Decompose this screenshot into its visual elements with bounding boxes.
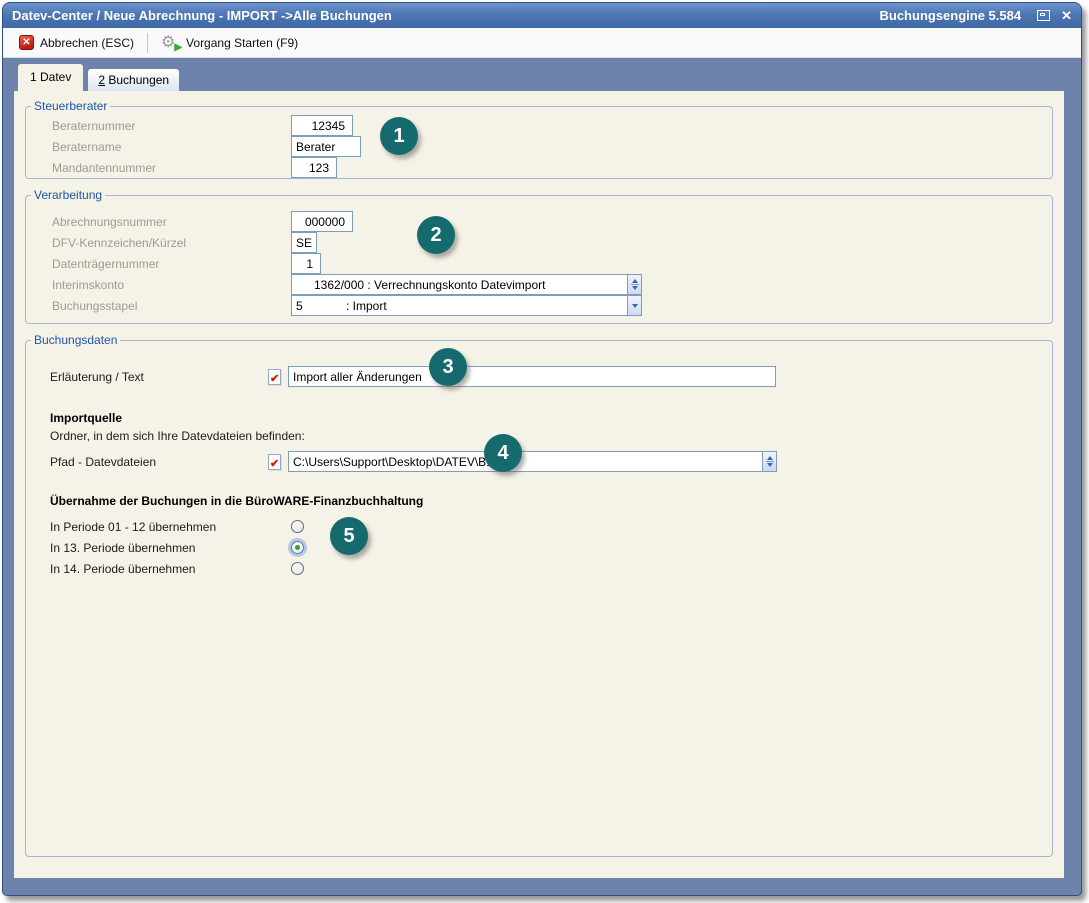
field-row: Erläuterung / Text bbox=[50, 366, 1052, 387]
window-title: Datev-Center / Neue Abrechnung - IMPORT … bbox=[12, 8, 880, 23]
field-row: Abrechnungsnummer bbox=[52, 211, 1052, 232]
start-process-button[interactable]: ⚙▶ Vorgang Starten (F9) bbox=[153, 31, 306, 55]
importquelle-hint: Ordner, in dem sich Ihre Datevdateien be… bbox=[50, 429, 1052, 443]
buchungsstapel-dropdown-button[interactable] bbox=[628, 295, 642, 316]
buchungsstapel-label: Buchungsstapel bbox=[52, 299, 291, 313]
dfv-kennzeichen-label: DFV-Kennzeichen/Kürzel bbox=[52, 236, 291, 250]
start-process-button-label: Vorgang Starten (F9) bbox=[186, 36, 298, 50]
tab-datev[interactable]: 1 Datev bbox=[17, 63, 84, 91]
beratername-label: Beratername bbox=[52, 140, 291, 154]
erlaeuterung-label: Erläuterung / Text bbox=[50, 370, 268, 384]
erlaeuterung-input[interactable] bbox=[288, 366, 776, 387]
close-icon[interactable]: ✕ bbox=[1061, 9, 1072, 22]
toolbar: ✕ Abbrechen (ESC) ⚙▶ Vorgang Starten (F9… bbox=[3, 28, 1081, 58]
tab-buchungen[interactable]: 2 Buchungen bbox=[87, 68, 180, 91]
periode-14-label: In 14. Periode übernehmen bbox=[50, 562, 291, 576]
interimskonto-spinner[interactable] bbox=[628, 274, 642, 295]
buchungsstapel-input[interactable]: 5 : Import bbox=[291, 295, 628, 316]
beraternummer-label: Beraternummer bbox=[52, 119, 291, 133]
engine-version-label: Buchungsengine 5.584 bbox=[880, 8, 1022, 23]
cancel-x-icon: ✕ bbox=[19, 35, 34, 50]
mandantennummer-input[interactable] bbox=[291, 157, 337, 178]
periode-13-label: In 13. Periode übernehmen bbox=[50, 541, 291, 555]
mandantennummer-label: Mandantennummer bbox=[52, 161, 291, 175]
window-controls: ✕ bbox=[1037, 9, 1072, 22]
spinner-up-icon bbox=[632, 279, 638, 283]
periode-13-radio[interactable] bbox=[291, 541, 304, 554]
annotation-badge-4: 4 bbox=[484, 434, 522, 472]
cancel-button-label: Abbrechen (ESC) bbox=[40, 36, 134, 50]
tab-datev-label: 1 Datev bbox=[30, 70, 71, 84]
tab-buchungen-label: Buchungen bbox=[105, 73, 169, 87]
field-row: Mandantennummer bbox=[52, 157, 1052, 178]
uebernahme-heading: Übernahme der Buchungen in die BüroWARE-… bbox=[50, 494, 1052, 508]
app-window: Datev-Center / Neue Abrechnung - IMPORT … bbox=[2, 2, 1082, 896]
spinner-down-icon bbox=[767, 463, 773, 467]
datentraegernummer-input[interactable] bbox=[291, 253, 321, 274]
spinner-down-icon bbox=[632, 286, 638, 290]
periode-01-12-label: In Periode 01 - 12 übernehmen bbox=[50, 520, 291, 534]
group-buchungsdaten: Buchungsdaten Erläuterung / Text Importq… bbox=[25, 333, 1053, 857]
buchungsstapel-code: 5 bbox=[296, 299, 346, 313]
field-row: Buchungsstapel 5 : Import bbox=[52, 295, 1052, 316]
tab-bar: 1 Datev 2 Buchungen bbox=[17, 63, 180, 91]
radio-row-periode-14: In 14. Periode übernehmen bbox=[50, 558, 1052, 579]
play-icon: ▶ bbox=[174, 43, 182, 53]
annotation-badge-1: 1 bbox=[380, 117, 418, 155]
field-row: Interimskonto bbox=[52, 274, 1052, 295]
pfad-input[interactable] bbox=[288, 451, 763, 472]
chevron-down-icon bbox=[632, 304, 638, 308]
abrechnungsnummer-input[interactable] bbox=[291, 211, 353, 232]
erlaeuterung-check-icon[interactable] bbox=[268, 369, 281, 385]
beratername-input[interactable] bbox=[291, 136, 361, 157]
cancel-button[interactable]: ✕ Abbrechen (ESC) bbox=[11, 32, 142, 53]
annotation-badge-2: 2 bbox=[417, 216, 455, 254]
group-verarbeitung-legend: Verarbeitung bbox=[31, 188, 105, 202]
group-buchungsdaten-legend: Buchungsdaten bbox=[31, 333, 120, 347]
dfv-kennzeichen-input[interactable] bbox=[291, 232, 317, 253]
spinner-up-icon bbox=[767, 456, 773, 460]
interimskonto-label: Interimskonto bbox=[52, 278, 291, 292]
toolbar-separator bbox=[147, 33, 148, 53]
radio-row-periode-01-12: In Periode 01 - 12 übernehmen bbox=[50, 516, 1052, 537]
annotation-badge-3: 3 bbox=[429, 348, 467, 386]
group-steuerberater-legend: Steuerberater bbox=[31, 99, 110, 113]
tab-panel-datev: Steuerberater Beraternummer Beratername … bbox=[13, 90, 1065, 879]
pfad-check-icon[interactable] bbox=[268, 454, 281, 470]
field-row: Datenträgernummer bbox=[52, 253, 1052, 274]
datentraegernummer-label: Datenträgernummer bbox=[52, 257, 291, 271]
periode-01-12-radio[interactable] bbox=[291, 520, 304, 533]
pfad-spinner[interactable] bbox=[763, 451, 777, 472]
radio-row-periode-13: In 13. Periode übernehmen bbox=[50, 537, 1052, 558]
group-steuerberater: Steuerberater Beraternummer Beratername … bbox=[25, 99, 1053, 179]
field-row: Pfad - Datevdateien bbox=[50, 451, 1052, 472]
group-verarbeitung: Verarbeitung Abrechnungsnummer DFV-Kennz… bbox=[25, 188, 1053, 324]
interimskonto-input[interactable] bbox=[291, 274, 628, 295]
beraternummer-input[interactable] bbox=[291, 115, 353, 136]
annotation-badge-5: 5 bbox=[330, 517, 368, 555]
abrechnungsnummer-label: Abrechnungsnummer bbox=[52, 215, 291, 229]
gear-start-icon: ⚙▶ bbox=[161, 34, 180, 52]
importquelle-heading: Importquelle bbox=[50, 411, 1052, 425]
periode-14-radio[interactable] bbox=[291, 562, 304, 575]
field-row: DFV-Kennzeichen/Kürzel bbox=[52, 232, 1052, 253]
buchungsstapel-text: : Import bbox=[346, 299, 387, 313]
titlebar: Datev-Center / Neue Abrechnung - IMPORT … bbox=[3, 3, 1081, 28]
pfad-label: Pfad - Datevdateien bbox=[50, 455, 268, 469]
restore-icon[interactable] bbox=[1037, 10, 1050, 21]
field-row: Beratername bbox=[52, 136, 1052, 157]
field-row: Beraternummer bbox=[52, 115, 1052, 136]
